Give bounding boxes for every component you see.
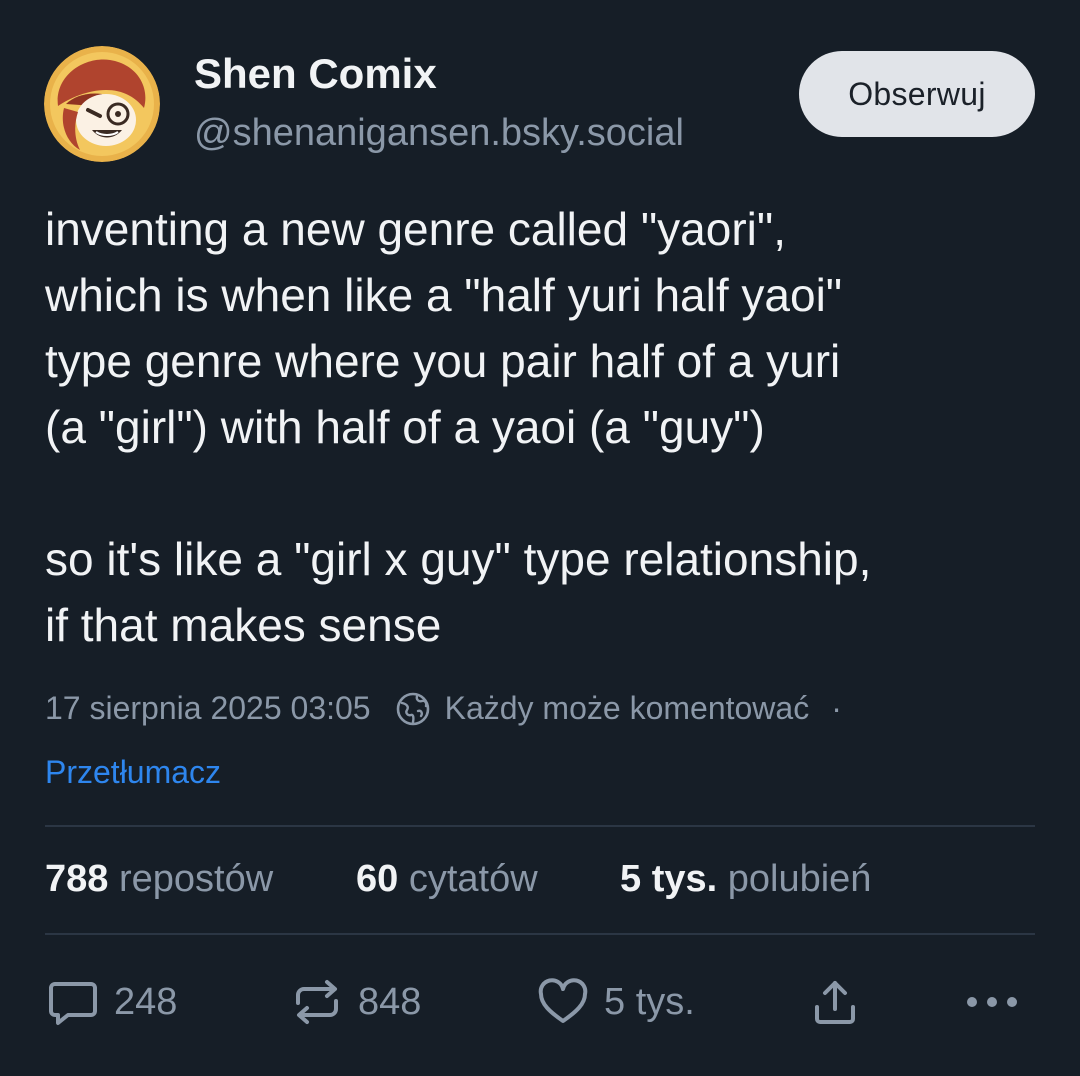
more-dots-icon [967,997,1017,1007]
post-line: type genre where you pair half of a yuri [45,335,841,387]
share-button[interactable] [808,972,862,1032]
likes-stat[interactable]: 5 tys. polubień [620,858,871,901]
post-meta: 17 sierpnia 2025 03:05 Każdy może koment… [45,690,842,727]
author-handle[interactable]: @shenanigansen.bsky.social [194,112,684,155]
post-line: if that makes sense [45,599,442,651]
reply-bubble-icon [49,982,97,1025]
quotes-count: 60 [356,858,399,900]
reply-setting[interactable]: Każdy może komentować [445,690,810,727]
translate-link[interactable]: Przetłumacz [45,754,221,791]
share-icon [815,981,855,1024]
like-count: 5 tys. [604,980,695,1023]
post-line: which is when like a "half yuri half yao… [45,269,843,321]
heart-icon [538,978,588,1023]
meta-separator: · [831,690,842,726]
quotes-label: cytatów [408,858,538,900]
repost-button[interactable]: 848 [290,972,421,1032]
repost-icon [296,980,338,1024]
globe-icon [395,691,431,727]
more-options-button[interactable] [964,972,1020,1032]
reposts-label: repostów [118,858,274,900]
like-button[interactable]: 5 tys. [536,972,695,1032]
repost-count: 848 [358,980,422,1023]
post-line: so it's like a "girl x guy" type relatio… [45,533,872,585]
post-text: inventing a new genre called "yaori", wh… [45,196,1055,658]
display-name[interactable]: Shen Comix [194,50,437,98]
reposts-count: 788 [45,858,109,900]
avatar[interactable] [44,46,160,162]
reply-count: 248 [114,980,178,1023]
post-line: inventing a new genre called "yaori", [45,203,786,255]
follow-button[interactable]: Obserwuj [799,51,1035,137]
divider [45,933,1035,935]
divider [45,825,1035,827]
likes-label: polubień [727,858,872,900]
reposts-stat[interactable]: 788 repostów [45,858,273,901]
post-line: (a "girl") with half of a yaoi (a "guy") [45,401,765,453]
reply-button[interactable]: 248 [46,972,177,1032]
quotes-stat[interactable]: 60 cytatów [356,858,538,901]
post-timestamp: 17 sierpnia 2025 03:05 [45,690,371,726]
cartoon-avatar-icon [44,46,160,162]
likes-count: 5 tys. [620,858,718,900]
